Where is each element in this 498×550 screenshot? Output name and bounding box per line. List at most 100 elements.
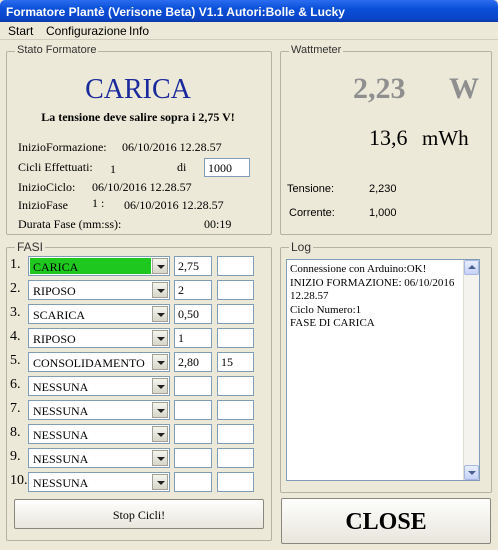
scroll-up-icon[interactable]	[464, 260, 479, 275]
close-button[interactable]: CLOSE	[281, 498, 491, 544]
menu-bar: Start Configurazione Info	[0, 22, 498, 40]
energy-unit: mWh	[422, 126, 469, 150]
phase-select-value: CONSOLIDAMENTO	[33, 356, 145, 370]
phase-param1-input[interactable]	[174, 376, 212, 396]
phase-select-value: NESSUNA	[33, 404, 89, 418]
phase-param2-input[interactable]	[217, 256, 254, 276]
power-unit: W	[449, 72, 479, 105]
phase-number: 4.	[10, 329, 21, 344]
phase-select[interactable]: NESSUNA	[28, 472, 170, 492]
log-line: INIZIO FORMAZIONE: 06/10/2016	[290, 276, 455, 289]
phase-param1-input[interactable]	[174, 448, 212, 468]
phase-param1-input[interactable]: 2	[174, 280, 212, 300]
scroll-down-icon[interactable]	[464, 465, 479, 480]
log-line: FASE DI CARICA	[290, 317, 375, 329]
phase-select-value: NESSUNA	[33, 428, 89, 442]
phase-select[interactable]: RIPOSO	[28, 280, 170, 300]
dropdown-arrow-icon[interactable]	[152, 450, 168, 466]
energy-value: 13,6	[369, 125, 408, 150]
tensione-label: Tensione:	[287, 183, 335, 195]
menu-configurazione[interactable]: Configurazione	[46, 24, 127, 38]
phase-param2-input[interactable]	[217, 400, 254, 420]
phase-param2-input[interactable]: 15	[217, 352, 254, 372]
log-scrollbar[interactable]	[463, 260, 479, 480]
phase-param1-input[interactable]	[174, 400, 212, 420]
window-title: Formatore Plantè (Verisone Beta) V1.1 Au…	[0, 0, 498, 22]
dropdown-arrow-icon[interactable]	[152, 426, 168, 442]
phase-param2-input[interactable]	[217, 472, 254, 492]
phase-param2-input[interactable]	[217, 376, 254, 396]
phase-number: 9.	[10, 449, 21, 464]
menu-info[interactable]: Info	[129, 24, 149, 38]
phase-select-value: SCARICA	[33, 308, 86, 322]
status-message: La tensione deve salire sopra i 2,75 V!	[41, 110, 235, 124]
stato-group-title: Stato Formatore	[15, 44, 99, 56]
wattmeter-group-title: Wattmeter	[289, 44, 344, 56]
cicli-label: Cicli Effettuati:	[18, 160, 93, 174]
phase-param1-input[interactable]: 2,75	[174, 256, 212, 276]
tensione-value: 2,230	[369, 183, 397, 195]
phase-select-value: NESSUNA	[33, 476, 89, 490]
phase-param1-input[interactable]	[174, 472, 212, 492]
phase-number: 5.	[10, 353, 21, 368]
phase-number: 8.	[10, 425, 21, 440]
phase-select[interactable]: CONSOLIDAMENTO	[28, 352, 170, 372]
phase-number: 6.	[10, 377, 21, 392]
power-value: 2,23	[353, 72, 406, 105]
stop-cicli-button[interactable]: Stop Cicli!	[14, 499, 264, 529]
fasi-group-title: FASI	[15, 240, 46, 254]
inizio-formazione-label: InizioFormazione:	[18, 140, 107, 154]
phase-param1-input[interactable]: 1	[174, 328, 212, 348]
dropdown-arrow-icon[interactable]	[152, 378, 168, 394]
dropdown-arrow-icon[interactable]	[152, 258, 168, 274]
log-textbox[interactable]: Connessione con Arduino:OK! INIZIO FORMAZ…	[286, 259, 480, 481]
log-line: Connessione con Arduino:OK!	[290, 263, 427, 275]
phase-select-value: NESSUNA	[33, 452, 89, 466]
phase-param2-input[interactable]	[217, 304, 254, 324]
dropdown-arrow-icon[interactable]	[152, 306, 168, 322]
phase-number: 7.	[10, 401, 21, 416]
dropdown-arrow-icon[interactable]	[152, 282, 168, 298]
phase-select-value: RIPOSO	[33, 332, 76, 346]
status-label: CARICA	[85, 74, 191, 105]
phase-select[interactable]: RIPOSO	[28, 328, 170, 348]
menu-start[interactable]: Start	[8, 24, 33, 38]
stato-formatore-group: Stato Formatore CARICA La tensione deve …	[6, 44, 272, 235]
dropdown-arrow-icon[interactable]	[152, 474, 168, 490]
phase-select-value: NESSUNA	[33, 380, 89, 394]
durata-value: 00:19	[204, 217, 232, 231]
corrente-value: 1,000	[369, 207, 397, 219]
inizio-ciclo-label: InizioCiclo:	[18, 180, 76, 194]
phase-select[interactable]: NESSUNA	[28, 424, 170, 444]
inizio-fase-num: 1 :	[92, 196, 105, 210]
phase-param1-input[interactable]	[174, 424, 212, 444]
inizio-fase-label: InizioFase	[18, 198, 68, 212]
durata-label: Durata Fase (mm:ss):	[18, 217, 122, 231]
phase-param2-input[interactable]	[217, 448, 254, 468]
phase-param2-input[interactable]	[217, 280, 254, 300]
dropdown-arrow-icon[interactable]	[152, 402, 168, 418]
wattmeter-group: Wattmeter 2,23 W 13,6 mWh Tensione: 2,23…	[280, 44, 492, 235]
inizio-ciclo-value: 06/10/2016 12.28.57	[92, 180, 192, 194]
phase-select[interactable]: SCARICA	[28, 304, 170, 324]
phase-param1-input[interactable]: 2,80	[174, 352, 212, 372]
phase-number: 2.	[10, 281, 21, 296]
cicli-totali-input[interactable]: 1000	[204, 158, 250, 177]
log-line: 12.28.57	[290, 290, 329, 302]
corrente-label: Corrente:	[289, 207, 335, 219]
log-group-title: Log	[289, 240, 314, 254]
cicli-value: 1	[110, 162, 116, 176]
phase-select-value: RIPOSO	[33, 284, 76, 298]
dropdown-arrow-icon[interactable]	[152, 330, 168, 346]
log-line: Ciclo Numero:1	[290, 303, 362, 316]
phase-number: 3.	[10, 305, 21, 320]
phase-param2-input[interactable]	[217, 424, 254, 444]
phase-param1-input[interactable]: 0,50	[174, 304, 212, 324]
phase-select[interactable]: CARICA	[28, 256, 170, 276]
phase-select[interactable]: NESSUNA	[28, 448, 170, 468]
phase-select[interactable]: NESSUNA	[28, 376, 170, 396]
inizio-formazione-value: 06/10/2016 12.28.57	[122, 140, 222, 154]
dropdown-arrow-icon[interactable]	[152, 354, 168, 370]
phase-select[interactable]: NESSUNA	[28, 400, 170, 420]
phase-param2-input[interactable]	[217, 328, 254, 348]
